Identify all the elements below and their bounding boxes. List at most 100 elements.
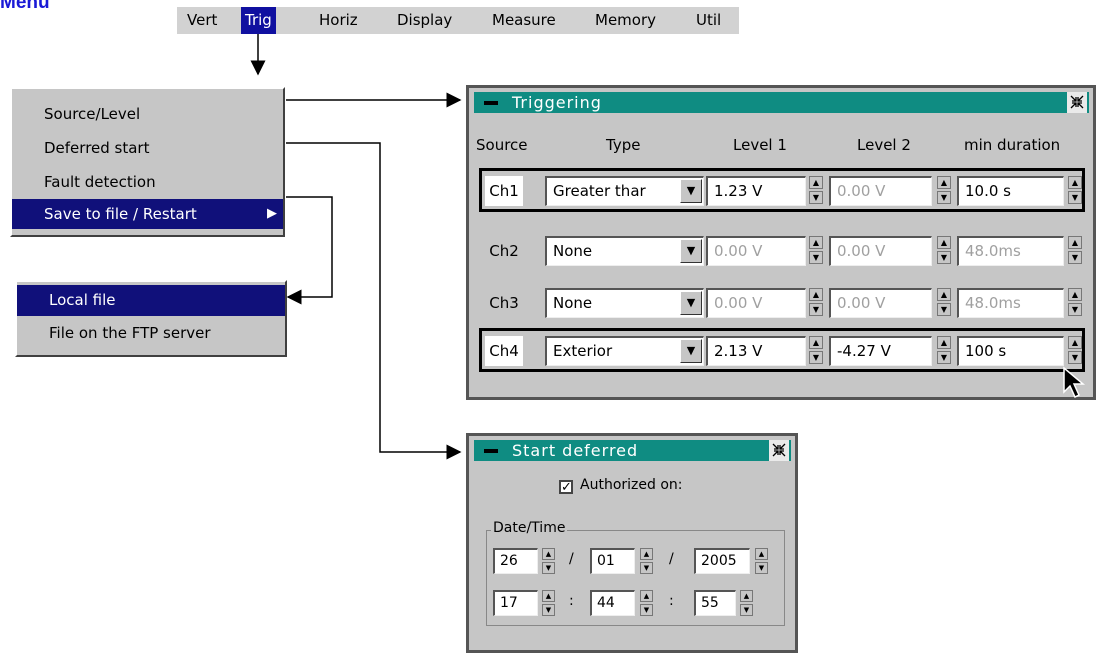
hour-spinner[interactable]: ▲ ▼	[542, 590, 555, 616]
spin-down-icon[interactable]: ▼	[542, 604, 555, 616]
level2-spinner[interactable]: ▲ ▼	[937, 336, 951, 366]
spin-down-icon[interactable]: ▼	[1068, 251, 1082, 264]
spin-down-icon[interactable]: ▼	[542, 562, 555, 574]
triggering-dialog: Triggering Source Type Level 1 Level 2 m…	[466, 85, 1096, 400]
spin-up-icon[interactable]: ▲	[1068, 336, 1082, 349]
spin-up-icon[interactable]: ▲	[640, 590, 653, 602]
spin-up-icon[interactable]: ▲	[937, 176, 951, 189]
level1-field[interactable]: 2.13 V	[706, 336, 806, 366]
spin-up-icon[interactable]: ▲	[542, 548, 555, 560]
month-field[interactable]: 01	[590, 548, 635, 574]
spin-down-icon[interactable]: ▼	[740, 604, 753, 616]
menu-measure[interactable]: Measure	[488, 7, 560, 34]
spin-down-icon[interactable]: ▼	[937, 351, 951, 364]
spin-down-icon[interactable]: ▼	[937, 251, 951, 264]
spin-up-icon[interactable]: ▲	[542, 590, 555, 602]
spin-up-icon[interactable]: ▲	[640, 548, 653, 560]
spin-up-icon[interactable]: ▲	[809, 288, 823, 301]
minute-spinner[interactable]: ▲ ▼	[640, 590, 653, 616]
hour-field[interactable]: 17	[493, 590, 538, 616]
spin-up-icon[interactable]: ▲	[937, 336, 951, 349]
menu-vert[interactable]: Vert	[183, 7, 221, 34]
spin-down-icon[interactable]: ▼	[1068, 191, 1082, 204]
dropdown-arrow-icon[interactable]: ▼	[680, 291, 702, 315]
min-duration-spinner[interactable]: ▲ ▼	[1068, 288, 1082, 318]
level2-spinner[interactable]: ▲ ▼	[937, 288, 951, 318]
type-select[interactable]: Exterior ▼	[545, 336, 704, 366]
dropdown-arrow-icon[interactable]: ▼	[680, 239, 702, 263]
menu-item-save-to-file[interactable]: Save to file / Restart ▶	[12, 199, 283, 229]
spin-down-icon[interactable]: ▼	[809, 303, 823, 316]
start-deferred-dialog: Start deferred ✓ Authorized on: Date/Tim…	[466, 433, 798, 653]
min-duration-field[interactable]: 10.0 s	[957, 176, 1064, 206]
spin-down-icon[interactable]: ▼	[809, 191, 823, 204]
spin-down-icon[interactable]: ▼	[937, 191, 951, 204]
spin-up-icon[interactable]: ▲	[1068, 236, 1082, 249]
spin-up-icon[interactable]: ▲	[809, 236, 823, 249]
level2-field[interactable]: 0.00 V	[829, 176, 932, 206]
type-select[interactable]: None ▼	[545, 288, 704, 318]
year-spinner[interactable]: ▲ ▼	[755, 548, 768, 574]
min-duration-spinner[interactable]: ▲ ▼	[1068, 176, 1082, 206]
spin-down-icon[interactable]: ▼	[1068, 303, 1082, 316]
level2-field[interactable]: -4.27 V	[829, 336, 932, 366]
spin-up-icon[interactable]: ▲	[755, 548, 768, 560]
window-menu-icon[interactable]	[484, 101, 498, 105]
level2-spinner[interactable]: ▲ ▼	[937, 176, 951, 206]
menu-memory[interactable]: Memory	[591, 7, 660, 34]
type-select[interactable]: None ▼	[545, 236, 704, 266]
window-menu-icon[interactable]	[484, 449, 498, 453]
min-duration-field[interactable]: 100 s	[957, 336, 1064, 366]
month-spinner[interactable]: ▲ ▼	[640, 548, 653, 574]
level1-spinner[interactable]: ▲ ▼	[809, 176, 823, 206]
spin-down-icon[interactable]: ▼	[640, 562, 653, 574]
menu-horiz[interactable]: Horiz	[315, 7, 362, 34]
level1-field[interactable]: 0.00 V	[706, 236, 806, 266]
spin-up-icon[interactable]: ▲	[809, 336, 823, 349]
spin-down-icon[interactable]: ▼	[640, 604, 653, 616]
spin-up-icon[interactable]: ▲	[937, 236, 951, 249]
level1-spinner[interactable]: ▲ ▼	[809, 288, 823, 318]
menu-item-fault-detection[interactable]: Fault detection	[12, 167, 283, 197]
min-duration-spinner[interactable]: ▲ ▼	[1068, 336, 1082, 366]
spin-up-icon[interactable]: ▲	[809, 176, 823, 189]
second-field[interactable]: 55	[694, 590, 736, 616]
spin-up-icon[interactable]: ▲	[937, 288, 951, 301]
level1-spinner[interactable]: ▲ ▼	[809, 236, 823, 266]
dropdown-arrow-icon[interactable]: ▼	[680, 179, 702, 203]
dropdown-arrow-icon[interactable]: ▼	[680, 339, 702, 363]
day-spinner[interactable]: ▲ ▼	[542, 548, 555, 574]
level1-field[interactable]: 0.00 V	[706, 288, 806, 318]
spin-up-icon[interactable]: ▲	[740, 590, 753, 602]
min-duration-field[interactable]: 48.0ms	[957, 288, 1064, 318]
spin-up-icon[interactable]: ▲	[1068, 288, 1082, 301]
level1-spinner[interactable]: ▲ ▼	[809, 336, 823, 366]
spin-down-icon[interactable]: ▼	[1068, 351, 1082, 364]
spin-down-icon[interactable]: ▼	[809, 251, 823, 264]
shrink-icon[interactable]	[769, 440, 789, 461]
spin-down-icon[interactable]: ▼	[755, 562, 768, 574]
menu-item-ftp-file[interactable]: File on the FTP server	[17, 318, 285, 349]
menu-item-deferred-start[interactable]: Deferred start	[12, 133, 283, 163]
level2-spinner[interactable]: ▲ ▼	[937, 236, 951, 266]
day-field[interactable]: 26	[493, 548, 538, 574]
shrink-icon[interactable]	[1067, 92, 1087, 113]
level1-field[interactable]: 1.23 V	[706, 176, 806, 206]
authorized-checkbox[interactable]: ✓	[559, 480, 573, 494]
menu-trig[interactable]: Trig	[241, 7, 276, 34]
menu-item-local-file[interactable]: Local file	[17, 285, 285, 316]
menu-util[interactable]: Util	[692, 7, 725, 34]
spin-down-icon[interactable]: ▼	[937, 303, 951, 316]
level2-field[interactable]: 0.00 V	[829, 236, 932, 266]
menu-display[interactable]: Display	[393, 7, 456, 34]
spin-down-icon[interactable]: ▼	[809, 351, 823, 364]
min-duration-spinner[interactable]: ▲ ▼	[1068, 236, 1082, 266]
year-field[interactable]: 2005	[694, 548, 750, 574]
type-select[interactable]: Greater thar ▼	[545, 176, 704, 206]
menu-item-source-level[interactable]: Source/Level	[12, 99, 283, 129]
level2-field[interactable]: 0.00 V	[829, 288, 932, 318]
second-spinner[interactable]: ▲ ▼	[740, 590, 753, 616]
min-duration-field[interactable]: 48.0ms	[957, 236, 1064, 266]
minute-field[interactable]: 44	[590, 590, 635, 616]
spin-up-icon[interactable]: ▲	[1068, 176, 1082, 189]
